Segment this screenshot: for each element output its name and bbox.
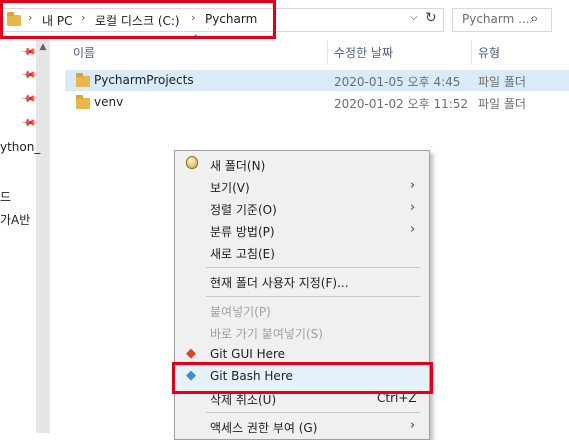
search-placeholder: Pycharm ... xyxy=(462,12,530,26)
menu-item-customize-folder[interactable]: 현재 폴더 사용자 지정(F)... xyxy=(210,274,349,291)
git-bash-highlight-box xyxy=(172,362,433,394)
menu-item-git-gui[interactable]: Git GUI Here xyxy=(210,347,285,361)
menu-item-sort-by[interactable]: 정렬 기준(O) xyxy=(210,201,277,218)
menu-item-refresh[interactable]: 새로 고침(E) xyxy=(210,245,275,262)
new-folder-icon xyxy=(186,156,198,169)
file-type: 파일 폴더 xyxy=(478,75,526,89)
menu-separator xyxy=(206,296,420,297)
column-divider[interactable] xyxy=(327,40,328,64)
nav-item-python[interactable]: ython_ xyxy=(0,140,40,154)
refresh-icon[interactable]: ↻ xyxy=(425,10,437,26)
column-header-type[interactable]: 유형 xyxy=(478,44,500,61)
nav-item-folder[interactable]: 드 xyxy=(0,188,11,205)
file-name[interactable]: PycharmProjects xyxy=(94,73,194,87)
chevron-right-icon: › xyxy=(410,178,416,193)
folder-icon xyxy=(76,95,90,109)
scroll-up-icon[interactable]: ▲ xyxy=(36,42,50,52)
menu-item-paste: 붙여넣기(P) xyxy=(210,305,271,319)
folder-icon xyxy=(76,73,90,87)
chevron-right-icon: › xyxy=(410,222,416,237)
menu-separator xyxy=(206,267,420,268)
sort-ascending-icon: ⌃ xyxy=(192,34,200,44)
navigation-scrollbar[interactable] xyxy=(36,40,50,433)
menu-separator xyxy=(206,412,420,413)
file-date: 2020-01-02 오후 11:52 xyxy=(334,97,469,111)
file-type: 파일 폴더 xyxy=(478,97,526,111)
menu-item-paste-shortcut: 바로 가기 붙여넣기(S) xyxy=(210,327,323,341)
menu-item-new-folder[interactable]: 새 폴더(N) xyxy=(210,157,265,174)
column-divider[interactable] xyxy=(471,40,472,64)
menu-item-view[interactable]: 보기(V) xyxy=(210,179,250,196)
menu-item-grant-access[interactable]: 액세스 권한 부여 (G) xyxy=(210,419,317,436)
search-icon[interactable]: ⌕ xyxy=(530,9,538,27)
file-name[interactable]: venv xyxy=(94,95,123,109)
column-header-date[interactable]: 수정한 날짜 xyxy=(334,44,393,61)
address-highlight-box xyxy=(0,0,276,39)
column-header-name[interactable]: 이름 xyxy=(73,44,95,61)
nav-item-class[interactable]: 가A반 xyxy=(0,211,30,228)
chevron-right-icon: › xyxy=(410,200,416,215)
menu-item-group-by[interactable]: 분류 방법(P) xyxy=(210,223,275,240)
chevron-right-icon: › xyxy=(410,418,416,433)
chevron-down-icon[interactable]: ⌵ xyxy=(410,12,418,23)
file-date: 2020-01-05 오후 4:45 xyxy=(334,75,461,89)
git-gui-icon: ◆ xyxy=(186,346,196,361)
